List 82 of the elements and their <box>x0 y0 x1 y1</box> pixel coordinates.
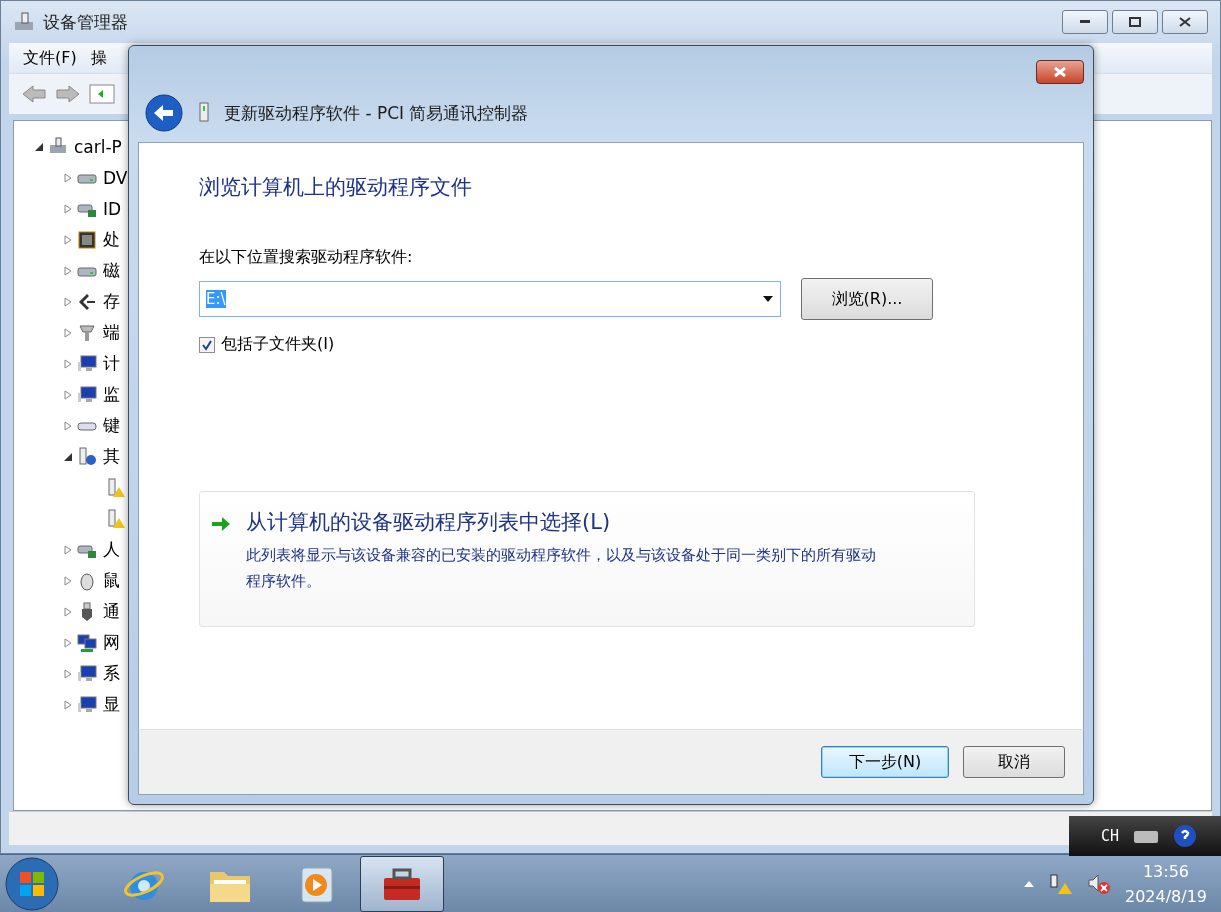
expand-icon[interactable] <box>63 327 73 338</box>
monitor-icon <box>77 384 97 405</box>
view-icon[interactable] <box>89 83 115 105</box>
expand-icon[interactable] <box>63 420 73 431</box>
tree-item[interactable]: 系 <box>103 662 120 685</box>
show-hidden-icons[interactable] <box>1022 879 1035 888</box>
mouse-icon <box>77 570 97 591</box>
tree-item[interactable]: 通 <box>103 600 120 623</box>
tree-item[interactable]: 计 <box>103 352 120 375</box>
warning-device-icon <box>106 477 126 498</box>
warning-device-icon <box>106 508 126 529</box>
tree-item[interactable]: 处 <box>103 228 120 251</box>
expand-icon[interactable] <box>63 265 73 276</box>
expand-icon[interactable] <box>63 575 73 586</box>
expand-icon[interactable] <box>63 296 73 307</box>
network-icon <box>77 632 97 653</box>
page-heading: 浏览计算机上的驱动程序文件 <box>199 174 473 201</box>
tree-item[interactable]: 键 <box>103 414 120 437</box>
tree-item[interactable]: 鼠 <box>103 569 120 592</box>
option-card[interactable]: 从计算机的设备驱动程序列表中选择(L) 此列表将显示与该设备兼容的已安装的驱动程序软件，以及与该设备处于同一类别下的所有驱动程序软件。 <box>199 491 975 627</box>
expand-icon[interactable] <box>63 606 73 617</box>
monitor-icon <box>77 663 97 684</box>
close-button[interactable] <box>1162 10 1208 34</box>
expand-icon[interactable] <box>63 668 73 679</box>
dropdown-icon[interactable] <box>762 295 774 303</box>
device-icon <box>198 102 210 124</box>
collapse-icon[interactable] <box>34 141 44 152</box>
collapse-icon[interactable] <box>63 451 73 462</box>
chip-icon <box>77 229 97 250</box>
help-icon[interactable] <box>1173 824 1198 848</box>
option-description: 此列表将显示与该设备兼容的已安装的驱动程序软件，以及与该设备处于同一类别下的所有驱动程序软件。 <box>246 545 877 592</box>
expand-icon[interactable] <box>63 637 73 648</box>
checkbox-label: 包括子文件夹(I) <box>221 334 335 355</box>
window-title: 设备管理器 <box>43 10 128 34</box>
maximize-button[interactable] <box>1112 10 1158 34</box>
tree-item[interactable]: 显 <box>103 693 120 716</box>
tree-item[interactable]: 磁 <box>103 259 120 282</box>
computer-icon <box>13 12 35 32</box>
tree-item[interactable]: 监 <box>103 383 120 406</box>
search-label: 在以下位置搜索驱动程序软件: <box>199 247 414 268</box>
port-icon <box>77 322 97 343</box>
tree-item[interactable]: 网 <box>103 631 120 654</box>
expand-icon[interactable] <box>63 172 73 183</box>
taskbar-app-button[interactable] <box>360 855 444 912</box>
tree-item[interactable]: carl-P <box>74 136 122 157</box>
storage-icon <box>77 291 97 312</box>
expand-icon[interactable] <box>63 544 73 555</box>
close-icon <box>1179 17 1191 27</box>
minimize-button[interactable] <box>1062 10 1108 34</box>
network-warning-icon[interactable] <box>1048 872 1073 895</box>
menu-item[interactable]: 操 <box>90 47 107 69</box>
checkbox[interactable] <box>199 336 215 353</box>
expand-icon[interactable] <box>63 203 73 214</box>
expand-icon[interactable] <box>63 389 73 400</box>
next-button[interactable]: 下一步(N) <box>821 746 949 778</box>
speaker-muted-icon[interactable] <box>1086 872 1111 895</box>
back-icon[interactable] <box>21 84 47 104</box>
dialog-title: 更新驱动程序软件 - PCI 简易通讯控制器 <box>224 101 529 125</box>
tree-item[interactable]: DV <box>103 167 128 188</box>
language-indicator[interactable]: CH <box>1101 827 1120 845</box>
tree-item[interactable]: 人 <box>103 538 120 561</box>
expand-icon[interactable] <box>63 234 73 245</box>
expand-icon[interactable] <box>63 358 73 369</box>
menu-item[interactable]: 文件(F) <box>23 47 77 69</box>
close-icon <box>1053 66 1067 78</box>
cancel-button[interactable]: 取消 <box>963 746 1065 778</box>
browse-button[interactable]: 浏览(R)... <box>801 278 933 320</box>
expand-icon[interactable] <box>63 699 73 710</box>
monitor-icon <box>77 353 97 374</box>
forward-icon[interactable] <box>55 84 81 104</box>
close-button[interactable] <box>1036 60 1084 84</box>
minimize-icon <box>1080 20 1090 24</box>
maximize-icon <box>1129 17 1141 27</box>
tree-item[interactable]: 其 <box>103 445 120 468</box>
tree-item[interactable]: ID <box>103 198 122 219</box>
start-button[interactable] <box>2 855 62 912</box>
tree-item[interactable]: 存 <box>103 290 120 313</box>
unknown-device-icon <box>77 446 97 467</box>
monitor-icon <box>77 694 97 715</box>
option-title[interactable]: 从计算机的设备驱动程序列表中选择(L) <box>246 508 881 536</box>
back-button[interactable] <box>144 93 184 133</box>
tree-item[interactable]: 端 <box>103 321 120 344</box>
